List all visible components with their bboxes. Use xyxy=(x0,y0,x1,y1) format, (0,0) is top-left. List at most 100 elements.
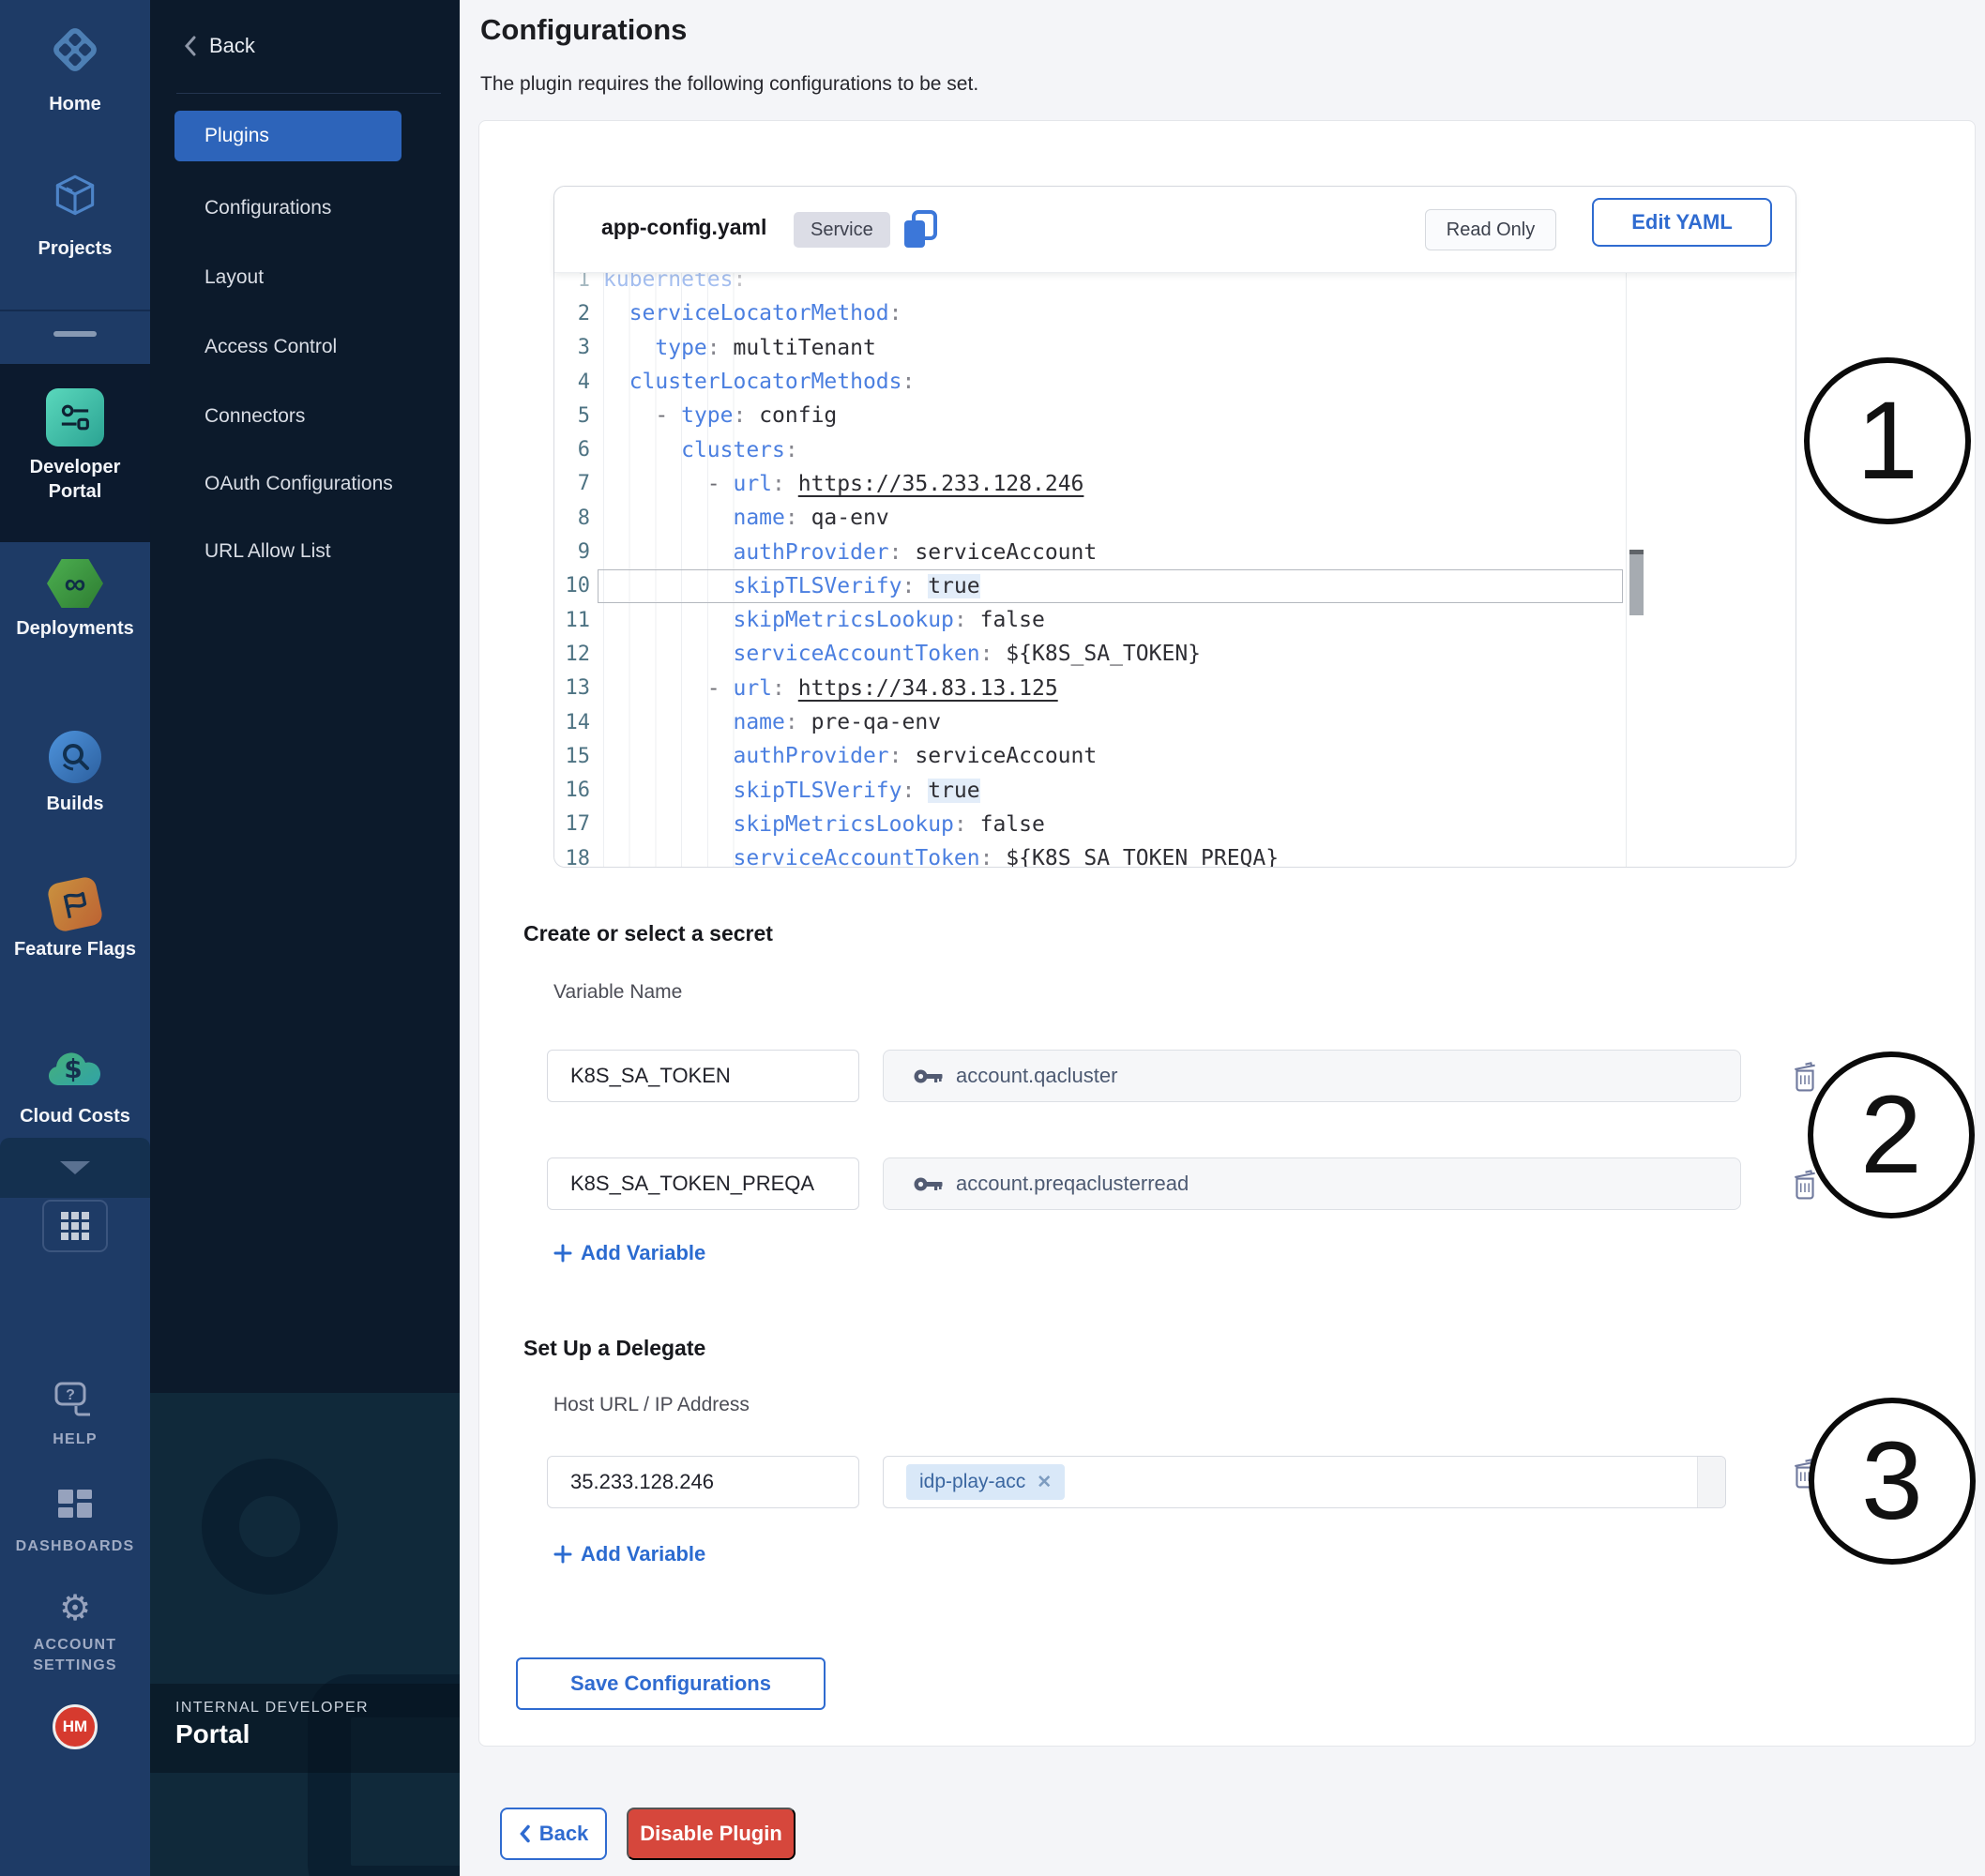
yaml-line: 1kubernetes: xyxy=(554,273,1626,296)
edit-yaml-button[interactable]: Edit YAML xyxy=(1592,198,1772,247)
yaml-line: 15 authProvider: serviceAccount xyxy=(554,739,1626,773)
sidebar-item-cloud-costs[interactable]: $ Cloud Costs xyxy=(0,1044,150,1128)
key-icon xyxy=(914,1068,943,1084)
nav-footer-artwork xyxy=(150,1393,460,1876)
sidebar-item-home[interactable]: Home xyxy=(0,21,150,116)
sidebar-item-label: Home xyxy=(49,92,101,116)
yaml-filename: app-config.yaml xyxy=(601,215,766,240)
tag-field-addon[interactable] xyxy=(1697,1457,1725,1507)
remove-tag-icon[interactable]: ✕ xyxy=(1037,1472,1052,1493)
save-configurations-button[interactable]: Save Configurations xyxy=(516,1657,826,1710)
nav-divider xyxy=(176,93,441,94)
secret-value: account.preqaclusterread xyxy=(956,1172,1189,1196)
annotation-marker-3: 3 xyxy=(1809,1398,1976,1565)
nav-item-plugins[interactable]: Plugins xyxy=(174,111,402,161)
sidebar-item-builds[interactable]: Builds xyxy=(0,731,150,816)
sidebar-collapse-band[interactable] xyxy=(0,1138,150,1198)
add-variable-link[interactable]: Add Variable xyxy=(553,1542,705,1566)
nav-item-configurations[interactable]: Configurations xyxy=(205,194,331,222)
sidebar-item-help[interactable]: ? HELP xyxy=(0,1381,150,1450)
yaml-line: 4 clusterLocatorMethods: xyxy=(554,365,1626,399)
yaml-line: 9 authProvider: serviceAccount xyxy=(554,535,1626,568)
gear-icon: ⚙ xyxy=(59,1589,91,1626)
nav-item-oauth-configurations[interactable]: OAuth Configurations xyxy=(205,470,393,498)
nav-item-access-control[interactable]: Access Control xyxy=(205,333,337,361)
nav-item-layout[interactable]: Layout xyxy=(205,264,264,292)
annotation-marker-1: 1 xyxy=(1804,357,1971,524)
yaml-code-editor[interactable]: 1kubernetes: 2 serviceLocatorMethod: 3 t… xyxy=(554,273,1627,867)
nav-item-label: Connectors xyxy=(205,405,305,428)
nav-item-label: Layout xyxy=(205,266,264,289)
copy-icon[interactable] xyxy=(902,209,939,250)
nav-item-label: OAuth Configurations xyxy=(205,473,393,495)
decorative-ring xyxy=(202,1459,338,1595)
disable-plugin-button[interactable]: Disable Plugin xyxy=(627,1808,796,1860)
sidebar-item-account-settings[interactable]: ⚙ ACCOUNT SETTINGS xyxy=(0,1589,150,1676)
key-icon xyxy=(914,1176,943,1192)
yaml-line: 16 skipTLSVerify: true xyxy=(554,773,1626,807)
back-link-label: Back xyxy=(209,34,255,58)
avatar[interactable]: HM xyxy=(53,1704,98,1749)
nav-item-label: Access Control xyxy=(205,336,337,358)
nav-item-connectors[interactable]: Connectors xyxy=(205,402,305,431)
trash-icon[interactable] xyxy=(1792,1062,1818,1092)
plus-icon xyxy=(553,1244,572,1263)
yaml-line: 5 - type: config xyxy=(554,399,1626,432)
page-title: Configurations xyxy=(480,13,687,47)
secret-selector[interactable]: account.preqaclusterread xyxy=(883,1157,1741,1210)
add-variable-label: Add Variable xyxy=(581,1542,705,1566)
variable-name-input[interactable] xyxy=(547,1050,859,1102)
annotation-number: 1 xyxy=(1856,377,1918,505)
apps-grid-icon xyxy=(61,1212,89,1240)
annotation-marker-2: 2 xyxy=(1808,1051,1975,1218)
sidebar-item-label: Cloud Costs xyxy=(20,1104,130,1128)
sidebar-item-label: ACCOUNT SETTINGS xyxy=(19,1635,131,1676)
nav-item-url-allow-list[interactable]: URL Allow List xyxy=(205,537,331,566)
annotation-number: 3 xyxy=(1861,1417,1923,1545)
yaml-line: 13 - url: https://34.83.13.125 xyxy=(554,672,1626,705)
sidebar-item-label: Projects xyxy=(38,236,113,261)
back-button-label: Back xyxy=(539,1822,589,1846)
yaml-line: 2 serviceLocatorMethod: xyxy=(554,296,1626,330)
portal-title: Portal xyxy=(175,1719,250,1749)
sidebar-item-projects[interactable]: Projects xyxy=(0,169,150,261)
sidebar-item-label: HELP xyxy=(53,1430,97,1450)
sidebar-item-label: Developer Portal xyxy=(14,455,136,504)
yaml-line-highlighted: 10 skipTLSVerify: true xyxy=(554,569,1626,603)
sidebar-item-deployments[interactable]: ∞ Deployments xyxy=(0,559,150,641)
annotation-number: 2 xyxy=(1860,1071,1922,1199)
sidebar-divider xyxy=(0,310,150,311)
delegate-tags-input[interactable]: idp-play-acc ✕ xyxy=(883,1456,1726,1508)
variable-name-label: Variable Name xyxy=(553,981,682,1004)
sidebar-item-dashboards[interactable]: DASHBOARDS xyxy=(0,1488,150,1557)
host-url-input[interactable] xyxy=(547,1456,859,1508)
code-scrollbar-thumb[interactable] xyxy=(1629,550,1644,615)
portal-eyebrow: INTERNAL DEVELOPER xyxy=(175,1700,369,1717)
sidebar-item-feature-flags[interactable]: Feature Flags xyxy=(0,880,150,961)
read-only-badge: Read Only xyxy=(1425,209,1556,250)
secret-value: account.qacluster xyxy=(956,1064,1117,1088)
back-button[interactable]: Back xyxy=(500,1808,607,1860)
variable-name-input[interactable] xyxy=(547,1157,859,1210)
back-link[interactable]: Back xyxy=(183,34,255,58)
sidebar-drag-handle[interactable] xyxy=(53,331,97,337)
sidebar-item-label: Deployments xyxy=(16,616,134,641)
yaml-line: 18 serviceAccountToken: ${K8S_SA_TOKEN_P… xyxy=(554,841,1626,867)
infinity-hexagon-icon: ∞ xyxy=(47,559,103,608)
help-chat-icon: ? xyxy=(53,1381,97,1421)
plus-icon xyxy=(553,1545,572,1564)
service-badge: Service xyxy=(794,212,890,248)
plugin-nav-sidebar: Back Plugins Configurations Layout Acces… xyxy=(150,0,460,1876)
module-picker-button[interactable] xyxy=(42,1200,108,1252)
trash-icon[interactable] xyxy=(1792,1170,1818,1200)
sidebar-item-developer-portal[interactable]: Developer Portal xyxy=(0,388,150,504)
yaml-viewer-header: app-config.yaml Service Read Only Edit Y… xyxy=(554,187,1796,273)
delegate-tag-chip: idp-play-acc ✕ xyxy=(906,1464,1065,1500)
yaml-line: 14 name: pre-qa-env xyxy=(554,705,1626,739)
sidebar-item-label: DASHBOARDS xyxy=(16,1536,135,1557)
add-variable-link[interactable]: Add Variable xyxy=(553,1241,705,1265)
secret-selector[interactable]: account.qacluster xyxy=(883,1050,1741,1102)
yaml-line: 17 skipMetricsLookup: false xyxy=(554,808,1626,841)
chevron-down-icon xyxy=(60,1161,90,1174)
dashboards-icon xyxy=(56,1488,94,1528)
